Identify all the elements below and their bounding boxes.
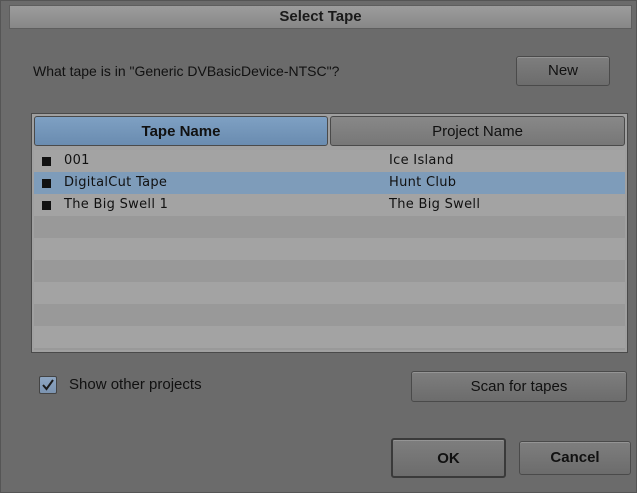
table-row[interactable]: 001 Ice Island [34, 150, 625, 172]
checkmark-icon [42, 379, 54, 391]
tape-icon [42, 201, 51, 210]
tape-list: 001 Ice Island DigitalCut Tape Hunt Club… [34, 150, 625, 350]
tape-name-cell: 001 [64, 153, 90, 168]
tape-icon [42, 179, 51, 188]
show-other-projects-label: Show other projects [69, 376, 202, 393]
tape-table: Tape Name Project Name 001 Ice Island Di… [31, 113, 628, 353]
cancel-button[interactable]: Cancel [519, 441, 631, 475]
column-header-tape-name[interactable]: Tape Name [34, 116, 328, 146]
tape-icon [42, 157, 51, 166]
table-row[interactable]: DigitalCut Tape Hunt Club [34, 172, 625, 194]
tape-prompt: What tape is in "Generic DVBasicDevice-N… [33, 63, 340, 79]
table-row[interactable]: The Big Swell 1 The Big Swell [34, 194, 625, 216]
dialog-title: Select Tape [9, 5, 632, 29]
project-name-cell: The Big Swell [389, 197, 481, 212]
project-name-cell: Ice Island [389, 153, 454, 168]
tape-name-cell: DigitalCut Tape [64, 175, 168, 190]
column-header-project-name[interactable]: Project Name [330, 116, 625, 146]
show-other-projects-checkbox[interactable] [39, 376, 57, 394]
tape-name-cell: The Big Swell 1 [64, 197, 169, 212]
scan-for-tapes-button[interactable]: Scan for tapes [411, 371, 627, 402]
select-tape-dialog: Select Tape What tape is in "Generic DVB… [0, 0, 637, 493]
new-button[interactable]: New [516, 56, 610, 86]
ok-button[interactable]: OK [391, 438, 506, 478]
project-name-cell: Hunt Club [389, 175, 457, 190]
